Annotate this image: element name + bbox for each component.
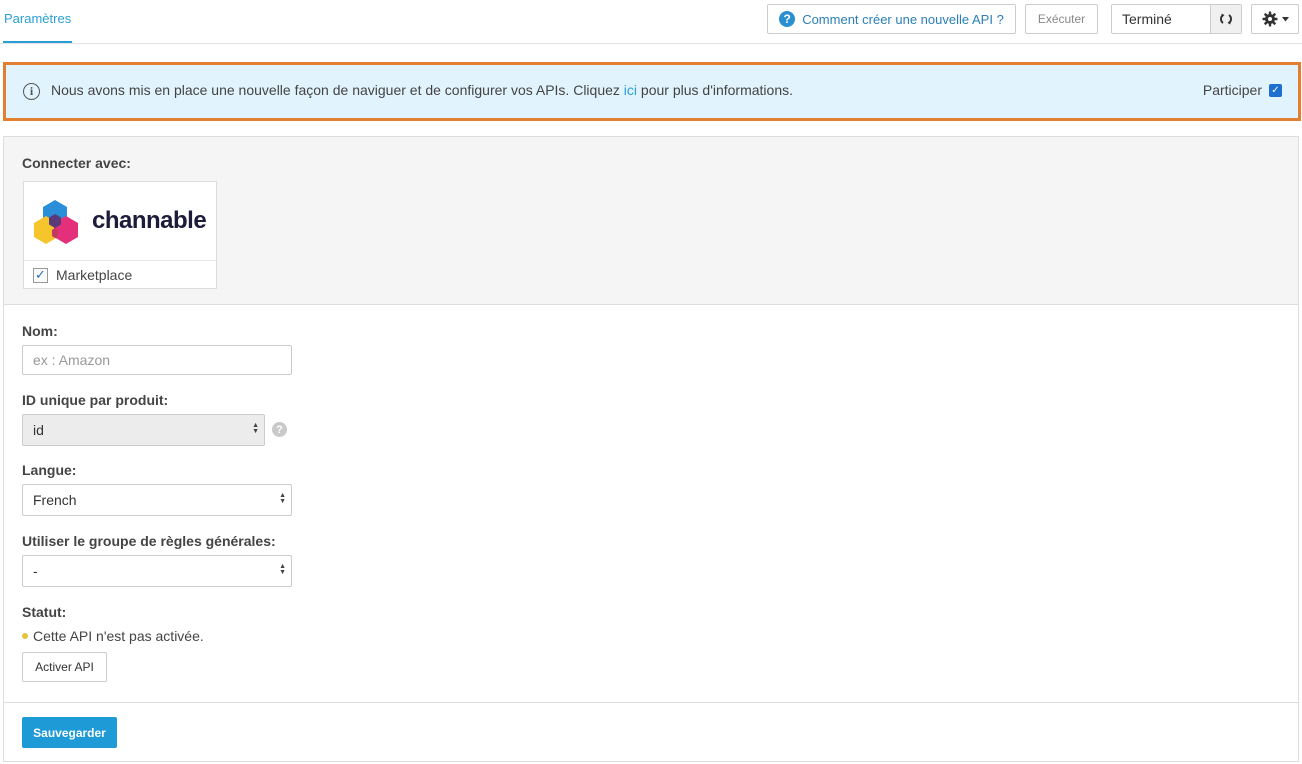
status-line: Cette API n'est pas activée. bbox=[22, 628, 204, 644]
status-dot-icon bbox=[22, 633, 28, 639]
help-create-api-button[interactable]: ? Comment créer une nouvelle API ? bbox=[767, 4, 1016, 34]
channel-card[interactable]: channable ✓ Marketplace bbox=[23, 181, 217, 289]
select-arrows-icon: ▲ ▼ bbox=[252, 422, 259, 435]
refresh-icon bbox=[1220, 13, 1232, 25]
panel-footer: Sauvegarder bbox=[4, 702, 1298, 762]
help-button-label: Comment créer une nouvelle API ? bbox=[802, 11, 1004, 27]
name-input[interactable]: ex : Amazon bbox=[22, 345, 292, 375]
status-label: Terminé bbox=[1122, 11, 1172, 27]
notice-text: Nous avons mis en place une nouvelle faç… bbox=[51, 82, 794, 98]
save-button[interactable]: Sauvegarder bbox=[22, 717, 117, 748]
status-text: Cette API n'est pas activée. bbox=[33, 628, 204, 644]
connect-label: Connecter avec: bbox=[22, 155, 131, 171]
rules-group-select[interactable]: - ▲ ▼ bbox=[22, 555, 292, 587]
help-question-icon[interactable]: ? bbox=[272, 422, 287, 437]
marketplace-checkbox[interactable]: ✓ bbox=[33, 267, 48, 283]
channable-logo: channable bbox=[32, 196, 210, 246]
channel-option[interactable]: ✓ Marketplace bbox=[24, 260, 216, 289]
select-arrows-icon: ▲ ▼ bbox=[279, 563, 286, 576]
language-value: French bbox=[33, 492, 77, 508]
unique-id-value: id bbox=[33, 422, 44, 438]
caret-down-icon bbox=[1281, 16, 1289, 21]
connect-section: Connecter avec: channable ✓ Marketplace bbox=[4, 137, 1298, 305]
language-label: Langue: bbox=[22, 462, 77, 478]
participate-checkbox[interactable]: ✓ bbox=[1269, 83, 1282, 97]
execute-button[interactable]: Exécuter bbox=[1025, 4, 1098, 34]
notice-link[interactable]: ici bbox=[624, 82, 637, 98]
notice-banner: i Nous avons mis en place une nouvelle f… bbox=[3, 62, 1301, 121]
participate-label: Participer bbox=[1202, 82, 1262, 98]
activate-api-button[interactable]: Activer API bbox=[22, 652, 107, 682]
unique-id-label: ID unique par produit: bbox=[22, 392, 169, 408]
rules-group-label: Utiliser le groupe de règles générales: bbox=[22, 533, 276, 549]
channable-logo-icon bbox=[34, 200, 78, 244]
rules-group-value: - bbox=[33, 563, 38, 579]
settings-menu-button[interactable] bbox=[1251, 4, 1299, 34]
status-label: Statut: bbox=[22, 604, 67, 620]
unique-id-select[interactable]: id ▲ ▼ bbox=[22, 414, 265, 446]
question-icon: ? bbox=[779, 11, 796, 27]
status-box: Terminé bbox=[1111, 4, 1242, 34]
tab-parametres[interactable]: Paramètres bbox=[3, 0, 73, 43]
language-select[interactable]: French ▲ ▼ bbox=[22, 484, 292, 516]
api-settings-panel: Connecter avec: channable ✓ Marketplace … bbox=[3, 136, 1299, 762]
participate-toggle[interactable]: Participer ✓ bbox=[1203, 82, 1282, 98]
name-label: Nom: bbox=[22, 323, 58, 339]
top-bar: Paramètres ? Comment créer une nouvelle … bbox=[0, 0, 1302, 44]
gear-icon bbox=[1262, 11, 1277, 27]
marketplace-label: Marketplace bbox=[56, 267, 133, 283]
info-icon: i bbox=[23, 83, 40, 100]
logo-word: channable bbox=[92, 207, 207, 234]
refresh-button[interactable] bbox=[1210, 5, 1241, 33]
name-placeholder: ex : Amazon bbox=[33, 352, 111, 368]
select-arrows-icon: ▲ ▼ bbox=[279, 492, 286, 505]
